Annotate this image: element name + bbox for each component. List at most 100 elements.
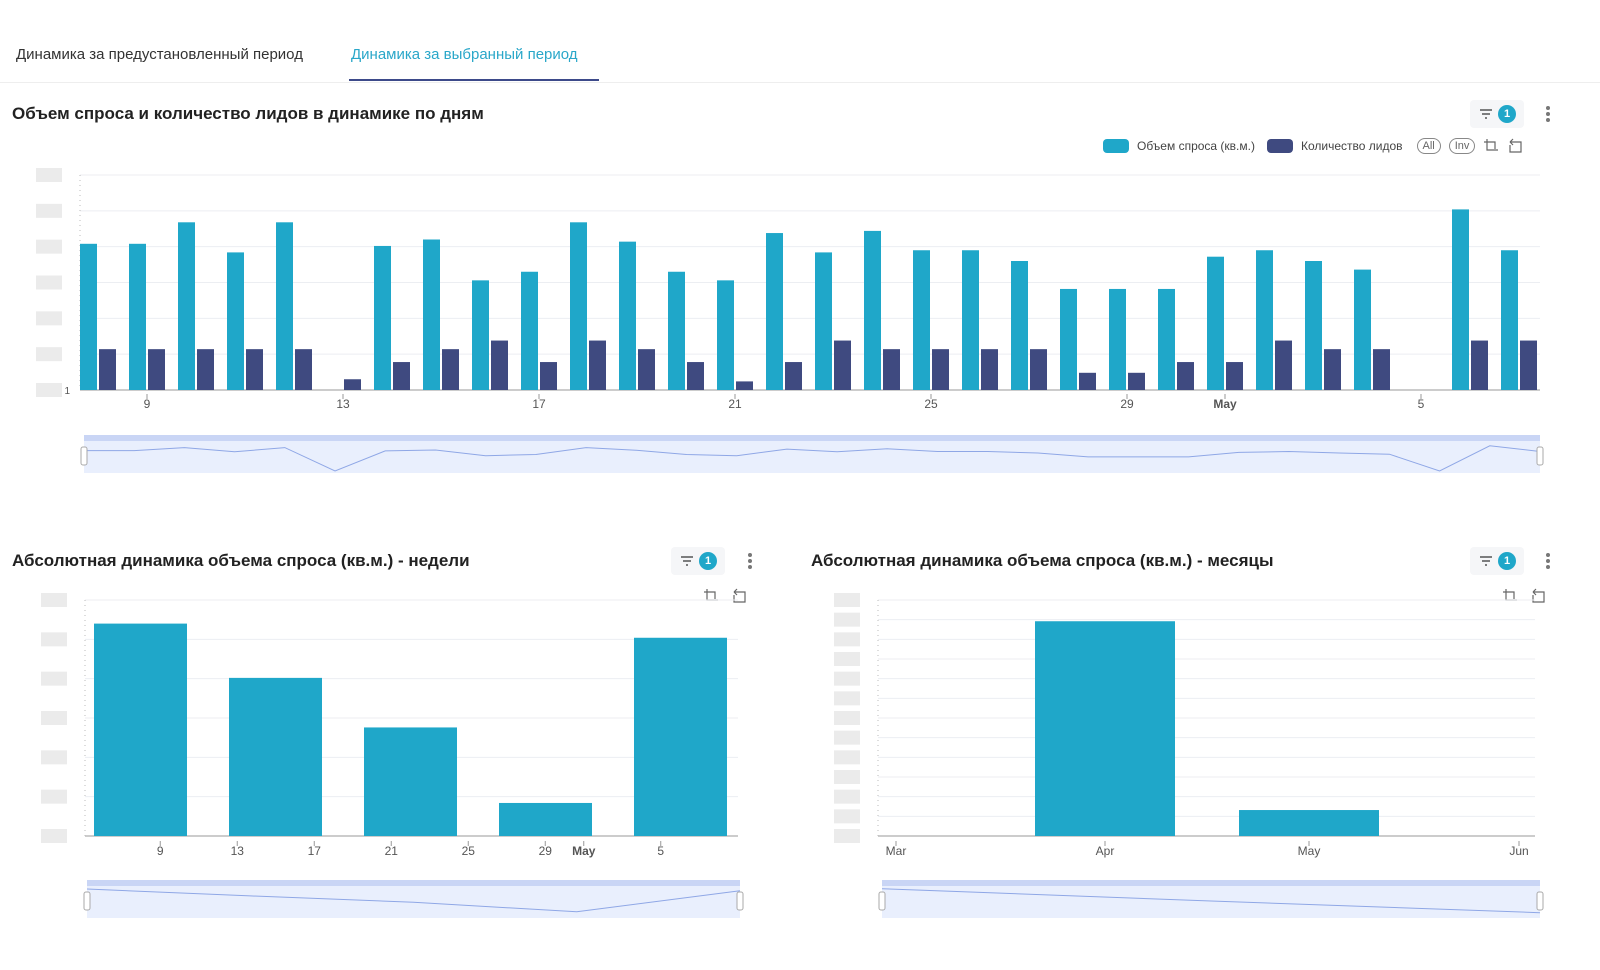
bar-demand[interactable] <box>1501 250 1518 390</box>
bar-demand[interactable] <box>1354 269 1371 390</box>
bar-leads[interactable] <box>736 381 753 390</box>
navigator-handle-left[interactable] <box>80 446 88 466</box>
bar-demand[interactable] <box>1305 261 1322 390</box>
bar-demand[interactable] <box>815 252 832 390</box>
monthly-chart-title: Абсолютная динамика объема спроса (кв.м.… <box>811 551 1274 570</box>
bar-weekly[interactable] <box>634 637 727 836</box>
bar-demand[interactable] <box>423 239 440 391</box>
bar-demand[interactable] <box>962 250 979 390</box>
more-vert-icon[interactable] <box>1543 104 1553 124</box>
x-tick-label: Jun <box>1509 844 1528 858</box>
navigator-scrollbar[interactable] <box>882 880 1540 886</box>
bar-demand[interactable] <box>1060 288 1077 390</box>
y-tick-label-redacted <box>36 239 62 254</box>
bar-demand[interactable] <box>227 252 244 390</box>
y-tick-label-redacted <box>36 203 62 218</box>
navigator-handle-left[interactable] <box>878 891 886 911</box>
bar-leads[interactable] <box>932 349 949 390</box>
navigator-scrollbar[interactable] <box>87 880 740 886</box>
x-tick-label: 29 <box>1120 397 1134 411</box>
navigator-handle-right[interactable] <box>1536 891 1544 911</box>
bar-leads[interactable] <box>1471 340 1488 390</box>
bar-leads[interactable] <box>393 362 410 390</box>
bar-demand[interactable] <box>864 230 881 390</box>
bar-leads[interactable] <box>1177 362 1194 390</box>
bar-leads[interactable] <box>1324 349 1341 390</box>
bar-weekly[interactable] <box>499 802 592 836</box>
bar-demand[interactable] <box>1256 250 1273 390</box>
bar-leads[interactable] <box>295 349 312 390</box>
bar-leads[interactable] <box>1226 362 1243 390</box>
bar-leads[interactable] <box>638 349 655 390</box>
bar-demand[interactable] <box>80 243 97 390</box>
y-tick-label-redacted <box>41 789 67 804</box>
bar-leads[interactable] <box>834 340 851 390</box>
x-tick-label: 9 <box>144 397 151 411</box>
bar-demand[interactable] <box>374 245 391 390</box>
bar-weekly[interactable] <box>229 677 322 836</box>
filter-button[interactable]: 1 <box>1470 100 1524 128</box>
bar-demand[interactable] <box>1109 288 1126 390</box>
bar-leads[interactable] <box>785 362 802 390</box>
y-tick-label-redacted <box>36 168 62 182</box>
bar-monthly[interactable] <box>1239 810 1379 836</box>
tab-preset-period[interactable]: Динамика за предустановленный период <box>16 46 303 63</box>
bar-demand[interactable] <box>1158 288 1175 390</box>
navigator-scrollbar[interactable] <box>84 435 1540 441</box>
bar-weekly[interactable] <box>364 727 457 836</box>
bar-leads[interactable] <box>1373 349 1390 390</box>
bar-monthly[interactable] <box>1035 621 1175 836</box>
filter-button[interactable]: 1 <box>1470 547 1524 575</box>
bar-leads[interactable] <box>344 379 361 390</box>
y-tick-label-redacted <box>834 632 860 647</box>
filter-button[interactable]: 1 <box>671 547 725 575</box>
tab-selected-period[interactable]: Динамика за выбранный период <box>351 46 578 63</box>
bar-demand[interactable] <box>668 271 685 390</box>
bar-demand[interactable] <box>178 222 195 390</box>
bar-demand[interactable] <box>570 222 587 390</box>
bar-leads[interactable] <box>1128 372 1145 390</box>
y-tick-label-redacted <box>41 829 67 843</box>
bar-leads[interactable] <box>981 349 998 390</box>
bar-demand[interactable] <box>1207 256 1224 390</box>
bar-leads[interactable] <box>197 349 214 390</box>
navigator-handle-left[interactable] <box>83 891 91 911</box>
bar-leads[interactable] <box>1030 349 1047 390</box>
x-tick-label: 21 <box>385 844 399 858</box>
more-vert-icon[interactable] <box>1543 551 1553 571</box>
bar-demand[interactable] <box>1452 209 1469 390</box>
x-tick-label: 5 <box>657 844 664 858</box>
bar-demand[interactable] <box>619 241 636 390</box>
bar-leads[interactable] <box>540 362 557 390</box>
bar-demand[interactable] <box>129 243 146 390</box>
y-tick-label-redacted <box>36 383 62 397</box>
bar-demand[interactable] <box>766 233 783 390</box>
bar-leads[interactable] <box>491 340 508 390</box>
daily-chart: 1 9 13 17 21 25 29 May 5 <box>36 168 1544 473</box>
bar-leads[interactable] <box>442 349 459 390</box>
bar-weekly[interactable] <box>94 623 187 836</box>
bar-demand[interactable] <box>1011 261 1028 390</box>
bar-demand[interactable] <box>276 222 293 390</box>
bar-demand[interactable] <box>913 250 930 390</box>
y-tick-label: 1 <box>64 386 70 397</box>
bar-leads[interactable] <box>1275 340 1292 390</box>
x-tick-label: 17 <box>532 397 546 411</box>
y-tick-label-redacted <box>36 347 62 362</box>
bar-leads[interactable] <box>883 349 900 390</box>
x-tick-label: 5 <box>1418 397 1425 411</box>
bar-leads[interactable] <box>99 349 116 390</box>
bar-leads[interactable] <box>246 349 263 390</box>
navigator-handle-right[interactable] <box>1536 446 1544 466</box>
y-tick-label-redacted <box>41 593 67 607</box>
bar-leads[interactable] <box>687 362 704 390</box>
bar-demand[interactable] <box>521 271 538 390</box>
bar-leads[interactable] <box>1079 372 1096 390</box>
navigator-handle-right[interactable] <box>736 891 744 911</box>
bar-leads[interactable] <box>148 349 165 390</box>
bar-leads[interactable] <box>1520 340 1537 390</box>
bar-leads[interactable] <box>589 340 606 390</box>
more-vert-icon[interactable] <box>745 551 755 571</box>
bar-demand[interactable] <box>717 280 734 390</box>
bar-demand[interactable] <box>472 280 489 390</box>
